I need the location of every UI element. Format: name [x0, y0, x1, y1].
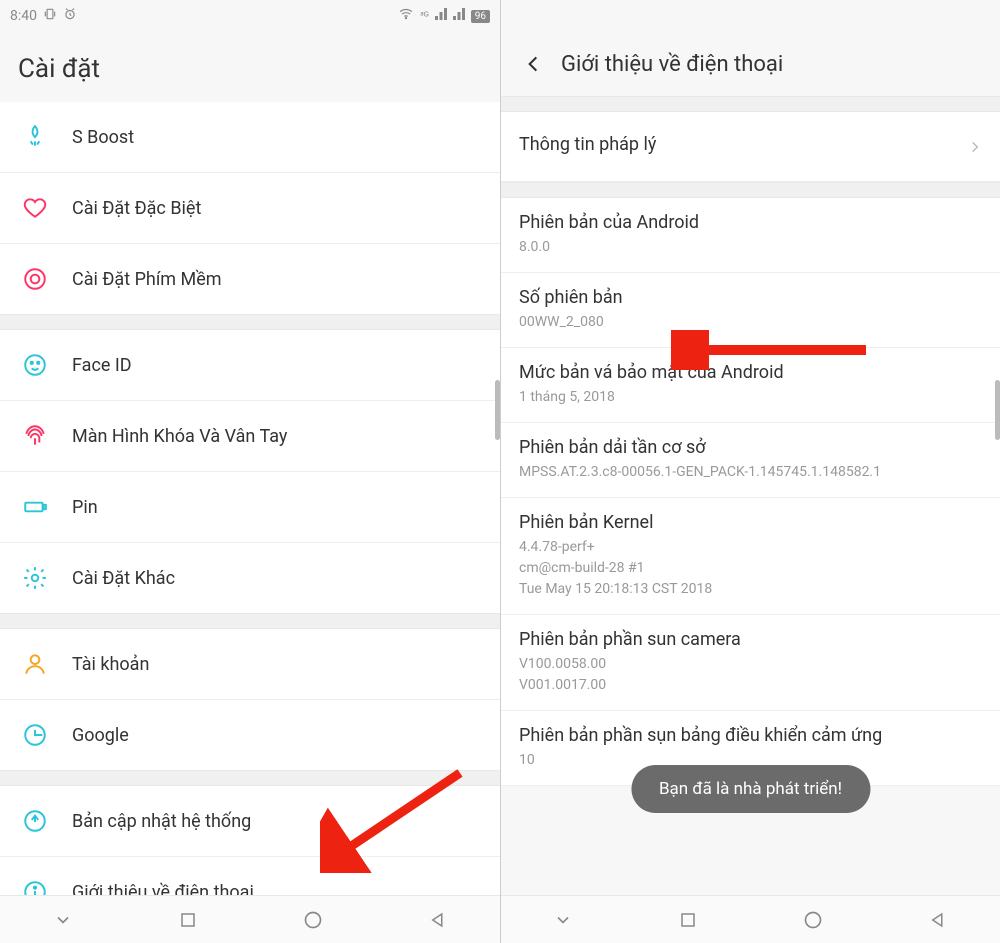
- chevron-right-icon: [968, 135, 982, 159]
- about-item-value: 8.0.0: [519, 237, 982, 258]
- annotation-arrow: [320, 763, 470, 873]
- header: Giới thiệu về điện thoại: [501, 28, 1000, 96]
- page-title: Cài đặt: [0, 32, 500, 102]
- nav-recent-icon[interactable]: [168, 900, 208, 940]
- about-item[interactable]: Phiên bản dải tần cơ sở MPSS.AT.2.3.c8-00…: [501, 423, 1000, 498]
- fingerprint-icon: [18, 419, 52, 453]
- nav-home-icon[interactable]: [793, 900, 833, 940]
- face-icon: [18, 348, 52, 382]
- settings-item-label: Bản cập nhật hệ thống: [72, 811, 251, 832]
- nav-back-icon[interactable]: [418, 900, 458, 940]
- settings-item-fingerprint[interactable]: Màn Hình Khóa Và Vân Tay: [0, 401, 500, 472]
- settings-item-battery[interactable]: Pin: [0, 472, 500, 543]
- about-item-value: MPSS.AT.2.3.c8-00056.1-GEN_PACK-1.145745…: [519, 462, 982, 483]
- about-item-title: Phiên bản dải tần cơ sở: [519, 437, 982, 458]
- signal-icon: ³ᴳ: [420, 11, 429, 22]
- scrollbar[interactable]: [995, 380, 1000, 440]
- alarm-icon: [63, 7, 77, 25]
- right-screen: Giới thiệu về điện thoại Thông tin pháp …: [500, 0, 1000, 943]
- header-title: Giới thiệu về điện thoại: [561, 52, 783, 77]
- about-item-value: 1 tháng 5, 2018: [519, 387, 982, 408]
- left-screen: 8:40 ³ᴳ 96 Cài đặt S Boost Cài Đặt Đặc Bi…: [0, 0, 500, 943]
- nav-bar: [0, 895, 500, 943]
- update-icon: [18, 804, 52, 838]
- developer-toast: Bạn đã là nhà phát triển!: [631, 765, 870, 813]
- signal-bars-icon-2: [453, 8, 465, 24]
- about-item-title: Số phiên bản: [519, 287, 982, 308]
- nav-down-icon[interactable]: [543, 900, 583, 940]
- settings-item-label: Giới thiệu về điện thoại: [72, 882, 254, 896]
- about-item[interactable]: Phiên bản phần sun camera V100.0058.00 V0…: [501, 615, 1000, 711]
- settings-item-label: Tài khoản: [72, 654, 149, 675]
- legal-info-item[interactable]: Thông tin pháp lý: [501, 112, 1000, 182]
- about-item-title: Phiên bản phần sun camera: [519, 629, 982, 650]
- settings-item-label: Google: [72, 725, 129, 746]
- nav-recent-icon[interactable]: [668, 900, 708, 940]
- nav-down-icon[interactable]: [43, 900, 83, 940]
- nav-back-icon[interactable]: [918, 900, 958, 940]
- about-item[interactable]: Phiên bản Kernel 4.4.78-perf+ cm@cm-build…: [501, 498, 1000, 615]
- person-icon: [18, 647, 52, 681]
- settings-item-label: Face ID: [72, 355, 132, 376]
- about-item-value: V100.0058.00 V001.0017.00: [519, 654, 982, 696]
- settings-item-gear[interactable]: Cài Đặt Khác: [0, 543, 500, 613]
- boost-icon: [18, 120, 52, 154]
- about-item-value: 4.4.78-perf+ cm@cm-build-28 #1 Tue May 1…: [519, 537, 982, 600]
- settings-item-boost[interactable]: S Boost: [0, 102, 500, 173]
- wifi-icon: [398, 7, 414, 25]
- status-bar: [501, 0, 1000, 28]
- settings-item-face[interactable]: Face ID: [0, 330, 500, 401]
- about-item-title: Phiên bản phần sụn bảng điều khiển cảm ứ…: [519, 725, 982, 746]
- settings-item-softkey[interactable]: Cài Đặt Phím Mềm: [0, 244, 500, 314]
- signal-bars-icon: [435, 8, 447, 24]
- settings-item-heart[interactable]: Cài Đặt Đặc Biệt: [0, 173, 500, 244]
- settings-item-label: Cài Đặt Đặc Biệt: [72, 198, 201, 219]
- settings-item-google[interactable]: Google: [0, 700, 500, 770]
- settings-item-label: Cài Đặt Khác: [72, 568, 175, 589]
- info-icon: [18, 875, 52, 895]
- back-button[interactable]: [519, 50, 547, 78]
- settings-item-label: Cài Đặt Phím Mềm: [72, 269, 222, 290]
- settings-item-label: Màn Hình Khóa Và Vân Tay: [72, 426, 287, 447]
- google-icon: [18, 718, 52, 752]
- battery-badge: 96: [471, 10, 490, 23]
- settings-item-label: S Boost: [72, 127, 134, 148]
- settings-item-label: Pin: [72, 497, 98, 518]
- about-item[interactable]: Phiên bản của Android 8.0.0: [501, 198, 1000, 273]
- vibrate-icon: [43, 7, 57, 25]
- status-bar: 8:40 ³ᴳ 96: [0, 0, 500, 32]
- gear-icon: [18, 561, 52, 595]
- battery-icon: [18, 490, 52, 524]
- nav-bar: [501, 895, 1000, 943]
- nav-home-icon[interactable]: [293, 900, 333, 940]
- status-time: 8:40: [10, 8, 37, 24]
- annotation-arrow: [671, 330, 871, 370]
- settings-item-person[interactable]: Tài khoản: [0, 629, 500, 700]
- heart-icon: [18, 191, 52, 225]
- about-item-title: Phiên bản của Android: [519, 212, 982, 233]
- softkey-icon: [18, 262, 52, 296]
- legal-info-label: Thông tin pháp lý: [519, 134, 656, 155]
- about-item-title: Phiên bản Kernel: [519, 512, 982, 533]
